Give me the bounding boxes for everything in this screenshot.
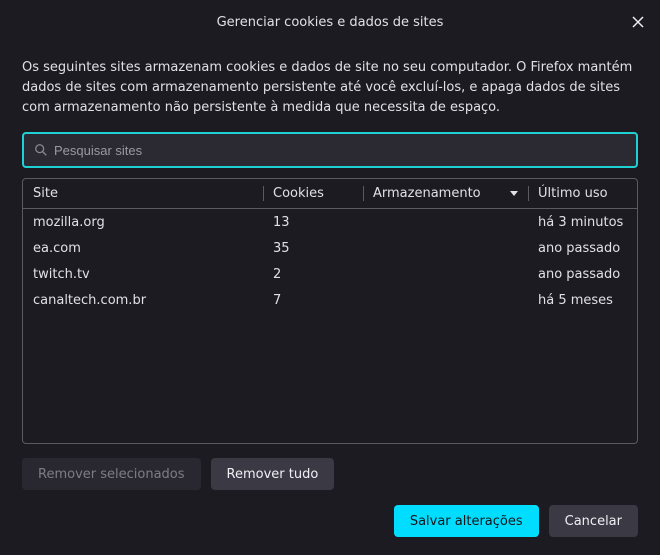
cookie-manager-dialog: Gerenciar cookies e dados de sites Os se… xyxy=(0,0,660,555)
close-button[interactable] xyxy=(626,10,650,34)
table-body: mozilla.org13 há 3 minutos ea.com35 ano pas… xyxy=(23,209,637,443)
cancel-button[interactable]: Cancelar xyxy=(549,505,638,537)
dialog-footer: Salvar alterações Cancelar xyxy=(0,504,660,555)
column-header-site[interactable]: Site xyxy=(23,179,263,208)
close-icon xyxy=(631,15,645,29)
column-label: Cookies xyxy=(273,186,324,201)
cell-lastused: há 5 meses xyxy=(528,293,637,308)
cell-lastused: há 3 minutos xyxy=(528,215,637,230)
sites-table: Site Cookies Armazenamento Último uso mo… xyxy=(22,178,638,444)
cell-lastused: ano passado xyxy=(528,241,637,256)
column-header-lastused[interactable]: Último uso xyxy=(528,179,637,208)
table-row[interactable]: twitch.tv2 ano passado xyxy=(23,261,637,287)
search-field-wrap[interactable] xyxy=(22,132,638,168)
table-row[interactable]: ea.com35 ano passado xyxy=(23,235,637,261)
table-header: Site Cookies Armazenamento Último uso xyxy=(23,179,637,209)
action-row: Remover selecionados Remover tudo xyxy=(22,444,638,504)
search-input[interactable] xyxy=(54,143,626,158)
remove-all-button[interactable]: Remover tudo xyxy=(211,458,335,490)
cell-site: twitch.tv xyxy=(23,267,263,282)
table-row[interactable]: mozilla.org13 há 3 minutos xyxy=(23,209,637,235)
cell-lastused: ano passado xyxy=(528,267,637,282)
column-header-cookies[interactable]: Cookies xyxy=(263,179,363,208)
dialog-description: Os seguintes sites armazenam cookies e d… xyxy=(22,58,638,118)
cell-cookies: 7 xyxy=(263,293,363,308)
column-header-storage[interactable]: Armazenamento xyxy=(363,179,528,208)
column-label: Site xyxy=(33,186,58,201)
cell-site: ea.com xyxy=(23,241,263,256)
column-label: Último uso xyxy=(538,186,608,201)
dialog-content: Os seguintes sites armazenam cookies e d… xyxy=(0,44,660,504)
cell-cookies: 2 xyxy=(263,267,363,282)
dialog-title: Gerenciar cookies e dados de sites xyxy=(217,15,444,30)
table-row[interactable]: canaltech.com.br7 há 5 meses xyxy=(23,287,637,313)
cell-site: mozilla.org xyxy=(23,215,263,230)
save-button[interactable]: Salvar alterações xyxy=(394,505,539,537)
cell-site: canaltech.com.br xyxy=(23,293,263,308)
column-label: Armazenamento xyxy=(373,186,481,201)
cell-cookies: 13 xyxy=(263,215,363,230)
cell-cookies: 35 xyxy=(263,241,363,256)
sort-desc-icon xyxy=(510,191,518,196)
search-icon xyxy=(34,143,48,157)
remove-selected-button[interactable]: Remover selecionados xyxy=(22,458,201,490)
titlebar: Gerenciar cookies e dados de sites xyxy=(0,0,660,44)
